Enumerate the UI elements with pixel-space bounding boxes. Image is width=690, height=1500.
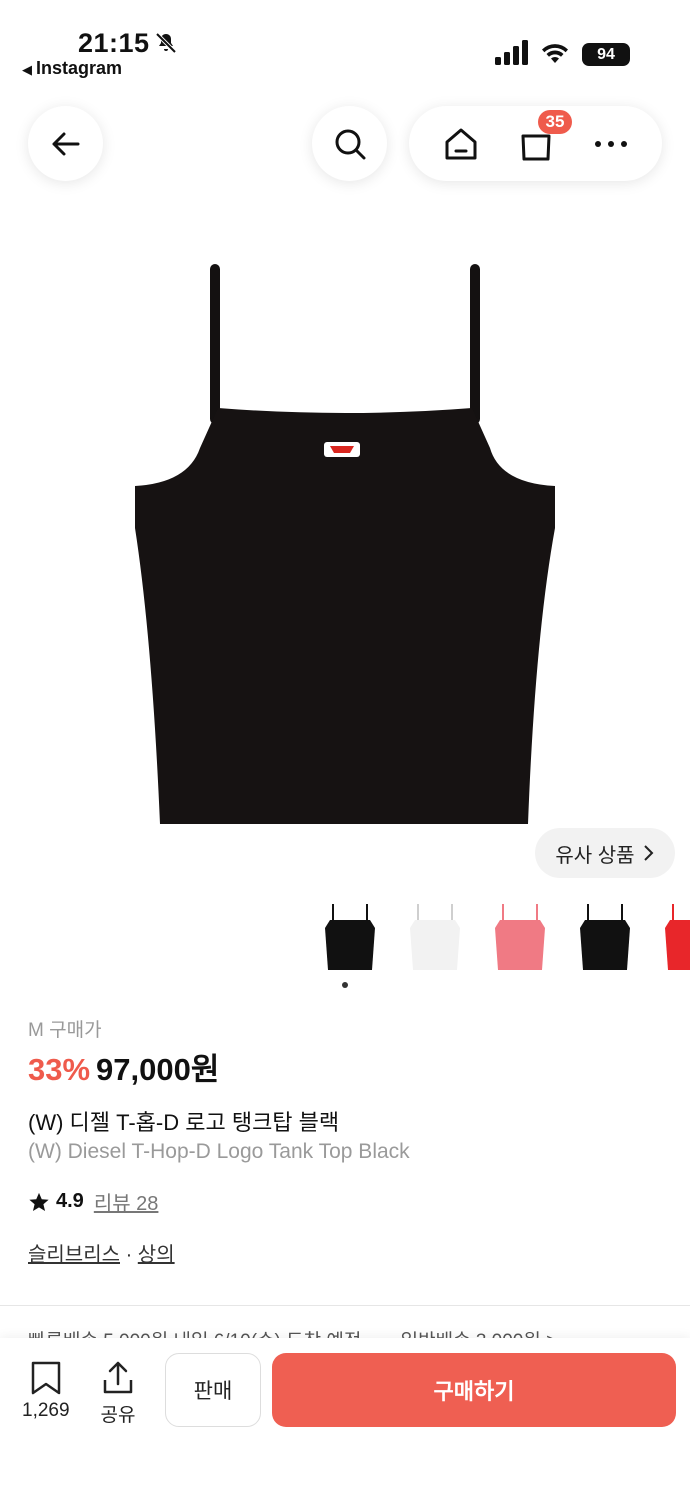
section-divider <box>0 1305 690 1306</box>
category-link[interactable]: 상의 <box>138 1244 175 1266</box>
thumbnail-white[interactable] <box>400 898 470 978</box>
normal-shipping-text: 일반배송 3,000원 > <box>401 1326 558 1338</box>
home-button[interactable] <box>431 114 491 174</box>
nav-action-group: 35 <box>409 106 662 181</box>
review-link[interactable]: 리뷰 28 <box>94 1187 159 1216</box>
thumbnail-black[interactable] <box>315 898 385 978</box>
carousel-indicator-dot <box>342 982 348 988</box>
more-dots-icon <box>594 140 627 147</box>
bookmark-count: 1,269 <box>22 1400 70 1421</box>
product-title-korean: (W) 디젤 T-홉-D 로고 탱크탑 블랙 <box>28 1110 340 1135</box>
breadcrumb-separator: · <box>125 1244 133 1266</box>
cellular-signal-icon <box>495 40 528 65</box>
share-button[interactable]: 공유 <box>100 1360 136 1427</box>
rating-score: 4.9 <box>56 1190 84 1212</box>
more-button[interactable] <box>581 114 641 174</box>
similar-products-button[interactable]: 유사 상품 <box>535 828 675 878</box>
size-price-label: M 구매가 <box>28 1020 102 1041</box>
rating-row: 4.9 리뷰 28 <box>28 1187 158 1216</box>
back-button[interactable] <box>28 106 103 181</box>
discount-rate: 33% <box>28 1052 91 1087</box>
battery-indicator: 94 <box>582 43 630 66</box>
thumbnail-red[interactable] <box>655 898 690 978</box>
status-time: 21:15 <box>78 28 150 58</box>
star-icon <box>29 1192 49 1211</box>
status-bar: 21:15 ◀ Instagram 94 <box>0 0 690 90</box>
diesel-logo-patch <box>324 442 360 457</box>
product-title-english: (W) Diesel T-Hop-D Logo Tank Top Black <box>28 1140 410 1163</box>
fast-shipping-text: 빠른배송 5,000원 내일 6/10(수) 도착 예정 <box>28 1326 361 1338</box>
chevron-right-icon <box>643 845 653 861</box>
brand-link[interactable]: 슬리브리스 <box>28 1244 120 1266</box>
bookmark-button[interactable]: 1,269 <box>22 1360 70 1422</box>
shipping-options[interactable]: 빠른배송 5,000원 내일 6/10(수) 도착 예정 일반배송 3,000원… <box>28 1326 678 1338</box>
product-image[interactable] <box>130 258 560 830</box>
back-triangle-icon: ◀ <box>22 62 32 77</box>
home-icon <box>445 128 476 159</box>
share-icon <box>103 1361 133 1394</box>
thumbnail-black-alt[interactable] <box>570 898 640 978</box>
cart-count-badge: 35 <box>537 109 573 134</box>
search-icon <box>335 129 365 159</box>
thumbnail-pink[interactable] <box>485 898 555 978</box>
sell-button[interactable]: 판매 <box>165 1353 261 1427</box>
share-label: 공유 <box>100 1405 136 1426</box>
color-thumbnails <box>310 898 690 978</box>
bookmark-icon <box>31 1361 61 1395</box>
price: 97,000원 <box>96 1052 220 1087</box>
arrow-left-icon <box>52 132 79 155</box>
cart-button[interactable]: 35 <box>506 109 573 174</box>
search-button[interactable] <box>312 106 387 181</box>
wifi-icon <box>542 44 568 63</box>
price-row: 33% 97,000원 <box>28 1044 219 1089</box>
category-breadcrumb: 슬리브리스 · 상의 <box>28 1238 175 1267</box>
bottom-action-bar: 1,269 공유 판매 구매하기 <box>0 1338 690 1500</box>
buy-button[interactable]: 구매하기 <box>272 1353 676 1427</box>
back-to-app-link[interactable]: ◀ Instagram <box>22 58 122 79</box>
bell-muted-icon <box>155 32 177 54</box>
